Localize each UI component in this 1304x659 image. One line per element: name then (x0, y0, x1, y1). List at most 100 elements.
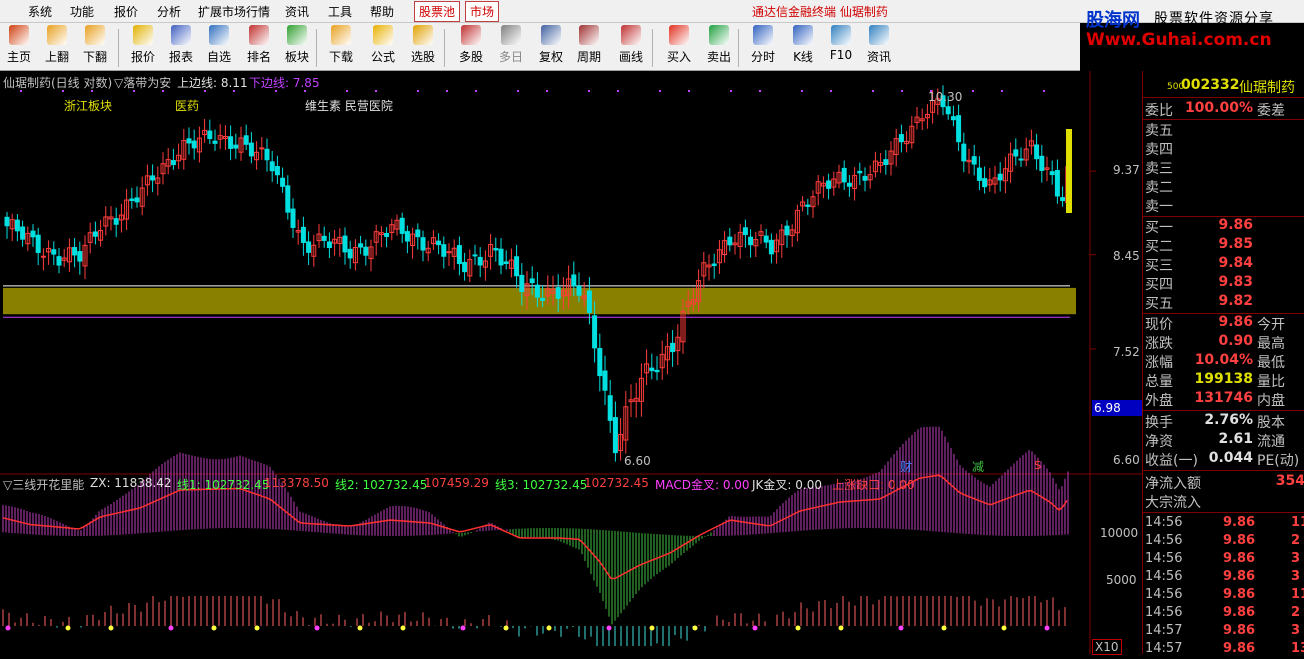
signal-dot (460, 625, 466, 631)
menu-quote[interactable]: 报价 (114, 3, 138, 20)
tick-row: 14:56 9.86 2 (1145, 605, 1304, 623)
yen-icon (133, 25, 153, 45)
quote-value: 0.90 (1218, 333, 1253, 349)
candle-body (846, 182, 852, 187)
candle-body (446, 251, 452, 254)
candle-body (763, 235, 769, 243)
menu-system[interactable]: 系统 (28, 3, 52, 20)
toolbar-button-1[interactable]: 上翻 (38, 25, 76, 69)
menu-extended-market[interactable]: 扩展市场行情 (198, 3, 270, 20)
toolbar-button-8[interactable]: 下载 (322, 25, 360, 69)
candle-body (186, 138, 192, 144)
toolbar-button-17[interactable]: 卖出 (700, 25, 738, 69)
quote-value: 9.84 (1218, 255, 1253, 271)
toolbar-button-label: 复权 (538, 50, 563, 64)
toolbar-button-20[interactable]: F10 (822, 25, 860, 69)
sub-indicator-name[interactable]: ▽三线开花里能 (3, 476, 84, 493)
download-icon (331, 25, 351, 45)
menu-tools[interactable]: 工具 (328, 3, 352, 20)
toolbar-button-label: 选股 (410, 50, 435, 64)
toolbar-button-15[interactable]: 画线 (612, 25, 650, 69)
menu-function[interactable]: 功能 (70, 3, 94, 20)
toolbar-button-5[interactable]: 自选 (200, 25, 238, 69)
sub-line1: 线1: 102732.45 (177, 478, 270, 492)
toolbar-separator (118, 29, 119, 67)
bids-row: 买二 9.85 (1145, 236, 1304, 255)
menu-news[interactable]: 资讯 (285, 3, 309, 20)
signal-dot (400, 625, 406, 631)
menu-analysis[interactable]: 分析 (157, 3, 181, 20)
sub-y-tick-1: 10000 (1100, 526, 1139, 540)
toolbar-button-label: 多股 (458, 50, 483, 64)
logo-url: Www.Guhai.com.cn (1086, 30, 1272, 50)
signal-dot (692, 625, 698, 631)
tick-t: 14:56 (1145, 515, 1183, 530)
tab-market[interactable]: 市场 (465, 1, 500, 22)
tag-medicine: 医药 (175, 99, 200, 113)
candle-body (768, 239, 774, 255)
low-price-mark: 6.60 (624, 454, 651, 468)
top-dot-mark (617, 90, 619, 92)
chart-area[interactable]: 仙琚制药(日线 对数) ▽落带为安 上边线: 8.11 下边线: 7.85 浙江… (0, 71, 1144, 655)
netflow-row: 净流入额 354 (1145, 473, 1304, 492)
toolbar-button-14[interactable]: 周期 (570, 25, 608, 69)
candle-body (503, 261, 509, 264)
toolbar-button-0[interactable]: 主页 (0, 25, 38, 69)
tick-p: 9.86 (1223, 515, 1256, 530)
toolbar-button-3[interactable]: 报价 (124, 25, 162, 69)
top-dot-mark (446, 90, 448, 92)
toolbar-button-label: 画线 (618, 50, 643, 64)
chart-title: 仙琚制药(日线 对数) (3, 76, 113, 90)
event-reduce[interactable]: 减 (972, 458, 984, 475)
asks-row: 卖一 (1145, 196, 1304, 215)
quote-label-2: 内盘 (1257, 393, 1285, 409)
toolbar-button-2[interactable]: 下翻 (76, 25, 114, 69)
y-tick-1: 9.37 (1113, 163, 1140, 177)
quote-label: 净资 (1145, 434, 1173, 450)
tick-t: 14:56 (1145, 533, 1183, 548)
signal-dot (5, 625, 11, 631)
event-finance[interactable]: 财 (900, 458, 912, 475)
menu-help[interactable]: 帮助 (370, 3, 394, 20)
toolbar-button-18[interactable]: 分时 (744, 25, 782, 69)
toolbar-button-9[interactable]: 公式 (364, 25, 402, 69)
indicator-name[interactable]: ▽落带为安 (114, 74, 171, 91)
tab-stock-pool[interactable]: 股票池 (414, 1, 461, 22)
stats1-row: 总量 199138 量比 (1145, 371, 1304, 390)
toolbar-button-4[interactable]: 报表 (162, 25, 200, 69)
stock-code: 002332 (1181, 77, 1240, 93)
toolbar-button-12[interactable]: 多日 (492, 25, 530, 69)
candle-body (1013, 149, 1019, 157)
candle-body (592, 315, 598, 349)
weibi-label: 委比 (1145, 103, 1173, 119)
signal-dot (838, 625, 844, 631)
top-dot-mark (801, 90, 803, 92)
toolbar-button-16[interactable]: 买入 (660, 25, 698, 69)
tick-p: 9.86 (1223, 569, 1256, 584)
kline-chart-svg[interactable] (0, 71, 1142, 654)
toolbar-button-19[interactable]: K线 (784, 25, 822, 69)
toolbar-button-11[interactable]: 多股 (452, 25, 490, 69)
stats1-row: 现价 9.86 今开 (1145, 314, 1304, 333)
tag-zhejiang: 浙江板块 (64, 99, 113, 113)
tick-t: 14:57 (1145, 623, 1183, 638)
zoom-x10[interactable]: X10 (1092, 639, 1122, 655)
rank-icon (249, 25, 269, 45)
divider (1143, 97, 1304, 98)
toolbar-button-10[interactable]: 选股 (404, 25, 442, 69)
toolbar-button-label: 分时 (750, 50, 775, 64)
toolbar-button-7[interactable]: 板块 (278, 25, 316, 69)
signal-dot (254, 625, 260, 631)
candle-body (274, 166, 280, 176)
signal-dot (649, 625, 655, 631)
logo-slogan: 股票软件资源分享 (1154, 11, 1274, 27)
candle-body (961, 143, 967, 162)
signal-dot (108, 625, 114, 631)
candle-body (805, 204, 811, 207)
toolbar-button-21[interactable]: 资讯 (860, 25, 898, 69)
candle-body (971, 156, 977, 165)
toolbar-button-13[interactable]: 复权 (532, 25, 570, 69)
event-dollar[interactable]: $ (1034, 458, 1042, 472)
toolbar-button-6[interactable]: 排名 (240, 25, 278, 69)
candle-body (363, 246, 369, 256)
